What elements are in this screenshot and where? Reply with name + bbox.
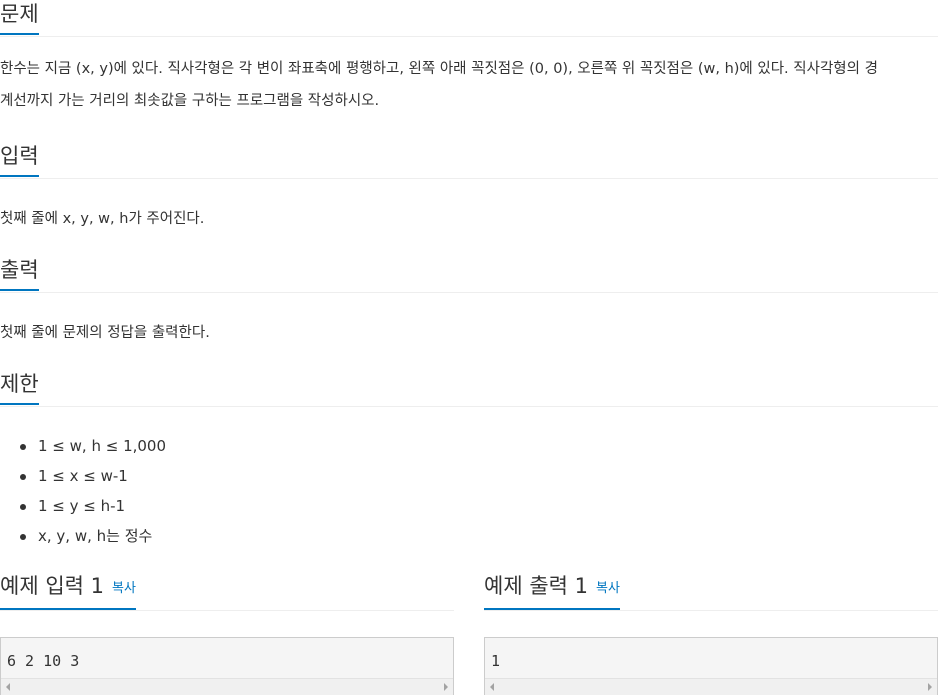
sample-output-scrollbar[interactable] — [485, 678, 937, 695]
problem-description: 한수는 지금 (x, y)에 있다. 직사각형은 각 변이 좌표축에 평행하고,… — [0, 53, 938, 117]
sample-output-headline: 예제 출력 1 복사 — [484, 572, 938, 611]
problem-section: 문제 한수는 지금 (x, y)에 있다. 직사각형은 각 변이 좌표축에 평행… — [0, 0, 938, 117]
output-headline: 출력 — [0, 256, 938, 293]
limits-headline: 제한 — [0, 370, 938, 407]
limits-section: 제한 1 ≤ w, h ≤ 1,000 1 ≤ x ≤ w-1 1 ≤ y ≤ … — [0, 370, 938, 551]
limit-item: x, y, w, h는 정수 — [0, 521, 938, 551]
limit-item: 1 ≤ x ≤ w-1 — [0, 461, 938, 491]
sample-input-headline: 예제 입력 1 복사 — [0, 572, 454, 611]
scroll-left-arrow-icon[interactable] — [490, 683, 494, 691]
sample-input-scrollbar[interactable] — [1, 678, 453, 695]
output-title: 출력 — [0, 256, 39, 291]
input-section: 입력 첫째 줄에 x, y, w, h가 주어진다. — [0, 142, 938, 235]
sample-input-copy-button[interactable]: 복사 — [112, 581, 136, 596]
scroll-right-arrow-icon[interactable] — [444, 683, 448, 691]
sample-output-box: 1 — [484, 637, 938, 695]
problem-title: 문제 — [0, 0, 39, 35]
scroll-right-arrow-icon[interactable] — [928, 683, 932, 691]
sample-output-section: 예제 출력 1 복사 1 — [484, 572, 938, 695]
sample-output-content: 1 — [491, 652, 501, 670]
input-title: 입력 — [0, 142, 39, 177]
input-description: 첫째 줄에 x, y, w, h가 주어진다. — [0, 211, 205, 227]
sample-input-content: 6 2 10 3 — [7, 652, 80, 670]
limits-title: 제한 — [0, 370, 39, 405]
sample-output-title-wrap: 예제 출력 1 복사 — [484, 572, 620, 610]
scroll-left-arrow-icon[interactable] — [6, 683, 10, 691]
input-headline: 입력 — [0, 142, 938, 179]
sample-input-title-wrap: 예제 입력 1 복사 — [0, 572, 136, 610]
sample-output-copy-button[interactable]: 복사 — [596, 581, 620, 596]
limit-item: 1 ≤ y ≤ h-1 — [0, 491, 938, 521]
problem-description-line: 한수는 지금 (x, y)에 있다. 직사각형은 각 변이 좌표축에 평행하고,… — [0, 61, 878, 77]
output-description: 첫째 줄에 문제의 정답을 출력한다. — [0, 325, 210, 341]
problem-headline: 문제 — [0, 0, 938, 37]
sample-input-title: 예제 입력 1 — [0, 574, 104, 598]
sample-output-title: 예제 출력 1 — [484, 574, 588, 598]
output-section: 출력 첫째 줄에 문제의 정답을 출력한다. — [0, 256, 938, 349]
sample-input-section: 예제 입력 1 복사 6 2 10 3 — [0, 572, 454, 695]
sample-input-box: 6 2 10 3 — [0, 637, 454, 695]
limits-list: 1 ≤ w, h ≤ 1,000 1 ≤ x ≤ w-1 1 ≤ y ≤ h-1… — [0, 431, 938, 551]
limit-item: 1 ≤ w, h ≤ 1,000 — [0, 431, 938, 461]
problem-description-line: 계선까지 가는 거리의 최솟값을 구하는 프로그램을 작성하시오. — [0, 93, 380, 109]
